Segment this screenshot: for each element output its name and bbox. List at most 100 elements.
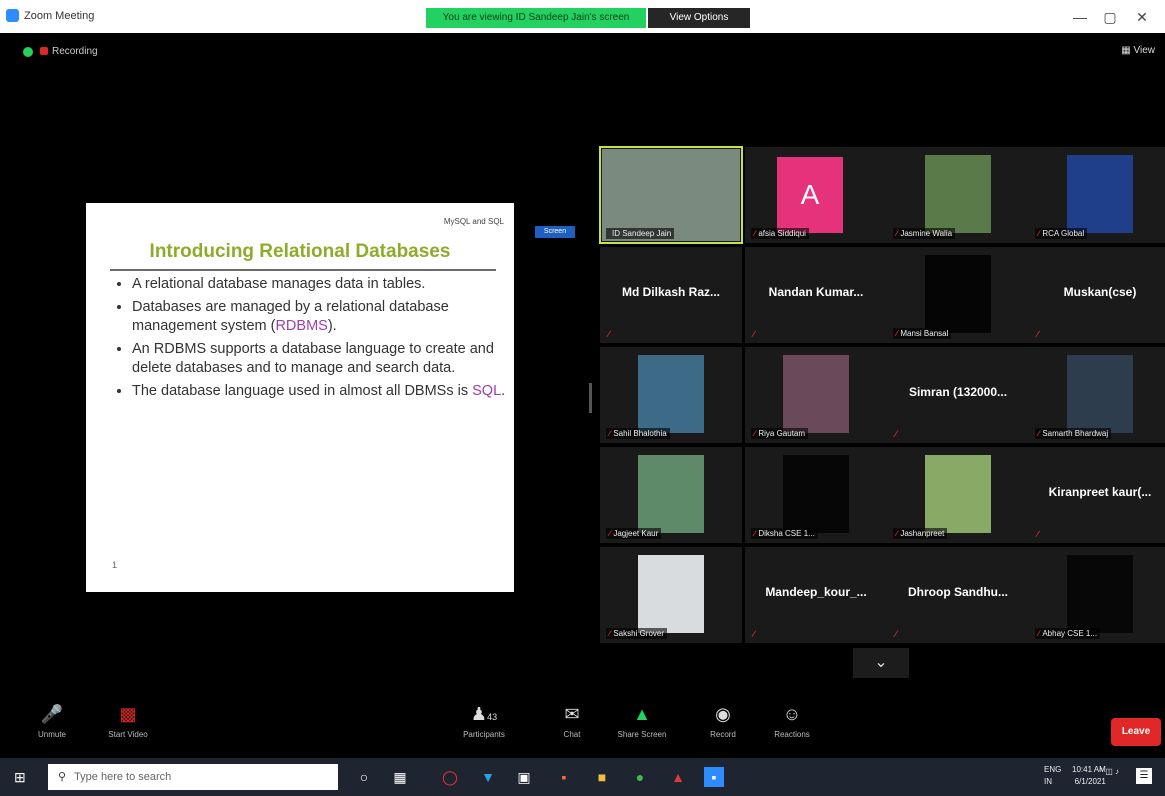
close-button[interactable]: ✕ (1128, 6, 1156, 28)
view-button[interactable]: ▦ View (1121, 45, 1155, 56)
file-explorer-icon[interactable]: ■ (592, 767, 612, 787)
record-dot-icon (40, 47, 48, 56)
opera-icon[interactable]: ◯ (440, 767, 460, 787)
mic-muted-icon: ∕ (609, 629, 611, 638)
slide-bullet: An RDBMS supports a database language to… (132, 340, 512, 378)
clock-time: 10:41 AM (1072, 765, 1106, 774)
participants-button[interactable]: ♟43 Participants (446, 702, 522, 739)
participant-name: Sakshi Grover (613, 629, 665, 638)
participant-tile[interactable]: ∕ Sahil Bhalothia (600, 347, 742, 443)
participant-name: Samarth Bhardwaj (1042, 429, 1109, 438)
search-placeholder: Type here to search (74, 771, 172, 783)
participant-video (638, 555, 704, 633)
system-clock[interactable]: ENG IN 10:41 AM 6/1/2021 (1044, 764, 1106, 788)
slide-title: Introducing Relational Databases (149, 241, 451, 262)
slide-title-rule (110, 269, 496, 271)
edge-icon[interactable]: ▼ (478, 767, 498, 787)
video-off-icon: ▩ (119, 704, 137, 724)
reactions-button[interactable]: ☺ Reactions (754, 702, 830, 739)
mic-muted-icon: ∕ (754, 229, 756, 238)
chat-button[interactable]: ✉ Chat (534, 702, 610, 739)
participant-tile[interactable]: ∕ Sakshi Grover (600, 547, 742, 643)
participant-name: Dhroop Sandhu... (908, 585, 1008, 599)
participant-tile[interactable]: ID Sandeep Jain (599, 146, 743, 244)
participant-name: Riya Gautam (758, 429, 806, 438)
participant-name: Simran (132000... (908, 385, 1008, 399)
participant-tile[interactable]: ∕ Samarth Bhardwaj (1029, 347, 1165, 443)
meeting-header: Recording ▦ View (0, 33, 1165, 73)
windows-start-icon[interactable]: ⊞ (14, 770, 28, 784)
bullet-text: . (501, 383, 506, 399)
participant-tile[interactable]: ∕ RCA Global (1029, 147, 1165, 243)
participant-tile[interactable]: ∕ Mansi Bansal (887, 247, 1029, 343)
participant-tile[interactable]: ∕ Jagjeet Kaur (600, 447, 742, 543)
word-pad-icon[interactable]: ▪ (554, 767, 574, 787)
rdbms-highlight: RDBMS (275, 318, 328, 334)
record-button[interactable]: ◉ Record (685, 702, 761, 739)
participant-video (925, 455, 991, 533)
mic-muted-icon: ∕ (1038, 429, 1040, 438)
participant-tile[interactable]: ∕ Jashanpreet (887, 447, 1029, 543)
participant-tile[interactable]: Simran (132000... ∕ (887, 347, 1029, 443)
participant-name: Jagjeet Kaur (613, 529, 659, 538)
leave-meeting-button[interactable]: Leave (1111, 718, 1161, 746)
lang-bottom: IN (1044, 777, 1052, 786)
minimize-button[interactable]: — (1066, 6, 1094, 28)
participant-tile[interactable]: Mandeep_kour_... ∕ (745, 547, 887, 643)
participant-tile[interactable]: ∕ Riya Gautam (745, 347, 887, 443)
participant-video (925, 255, 991, 333)
participant-count: 43 (487, 712, 498, 722)
participant-name-label: ∕ Jagjeet Kaur (606, 528, 662, 539)
participant-tile[interactable]: Dhroop Sandhu... ∕ (887, 547, 1029, 643)
sql-highlight: SQL (472, 383, 502, 399)
split-view-handle[interactable] (589, 383, 592, 413)
store-icon[interactable]: ▣ (514, 767, 534, 787)
mic-muted-icon: ∕ (753, 329, 755, 339)
recording-indicator[interactable]: Recording (40, 45, 98, 59)
share-screen-button[interactable]: ▲ Share Screen (604, 702, 680, 739)
participant-tile[interactable]: Md Dilkash Raz... ∕ (600, 247, 742, 343)
participant-tile[interactable]: Nandan Kumar... ∕ (745, 247, 887, 343)
participant-name: Kiranpreet kaur(... (1048, 485, 1152, 499)
chevron-down-icon: ⌄ (874, 654, 888, 671)
participant-tile[interactable]: ∕ Abhay CSE 1... (1029, 547, 1165, 643)
participant-video (783, 355, 849, 433)
zoom-taskbar-icon[interactable]: ▪ (704, 767, 724, 787)
start-video-button[interactable]: ▩ Start Video (90, 702, 166, 739)
powerpoint-icon[interactable]: ▲ (668, 767, 688, 787)
participant-tile[interactable]: Kiranpreet kaur(... ∕ (1029, 447, 1165, 543)
mic-muted-icon: ∕ (896, 329, 898, 338)
mic-muted-icon: ∕ (1037, 529, 1039, 539)
participant-name: Mandeep_kour_... (765, 585, 867, 599)
participant-name-label: ∕ afsia Siddiqui (751, 228, 809, 239)
slide-bullet: The database language used in almost all… (132, 382, 512, 401)
participant-name-label: ∕ RCA Global (1035, 228, 1088, 239)
participant-tile[interactable]: A ∕ afsia Siddiqui (745, 147, 887, 243)
slide-bullet: A relational database manages data in ta… (132, 275, 512, 294)
cortana-icon[interactable]: ○ (354, 767, 374, 787)
restore-button[interactable]: ▢ (1096, 6, 1124, 28)
chrome-icon[interactable]: ● (630, 767, 650, 787)
participant-name: Nandan Kumar... (768, 285, 864, 299)
unmute-button[interactable]: 🎤 Unmute (14, 702, 90, 739)
search-icon: ⚲ (58, 771, 67, 783)
view-options-button[interactable]: View Options (648, 8, 750, 28)
gallery-next-page-button[interactable]: ⌄ (853, 648, 909, 678)
participant-video (783, 455, 849, 533)
participant-tile[interactable]: ∕ Jasmine Walia (887, 147, 1029, 243)
task-view-icon[interactable]: ▦ (390, 767, 410, 787)
participant-name-label: ∕ Jasmine Walia (893, 228, 956, 239)
mic-muted-icon: ∕ (609, 529, 611, 538)
mic-muted-icon: ∕ (896, 529, 898, 538)
notification-icon[interactable]: ☰ (1136, 768, 1152, 784)
participant-tile[interactable]: Muskan(cse) ∕ (1029, 247, 1165, 343)
encryption-shield-icon[interactable] (23, 47, 33, 57)
window-title: Zoom Meeting (24, 10, 95, 22)
participant-name-label: ∕ Abhay CSE 1... (1035, 628, 1101, 639)
windows-taskbar: ⊞ ⚲ Type here to search ○ ▦ ◯ ▼ ▣ ▪ ■ ● ▲… (0, 758, 1165, 796)
participant-tile[interactable]: ∕ Diksha CSE 1... (745, 447, 887, 543)
participant-name-label: ∕ Mansi Bansal (893, 328, 952, 339)
participant-video (638, 355, 704, 433)
bullet-text: The database language used in almost all… (132, 383, 473, 399)
taskbar-search-box[interactable]: ⚲ Type here to search (48, 764, 338, 790)
